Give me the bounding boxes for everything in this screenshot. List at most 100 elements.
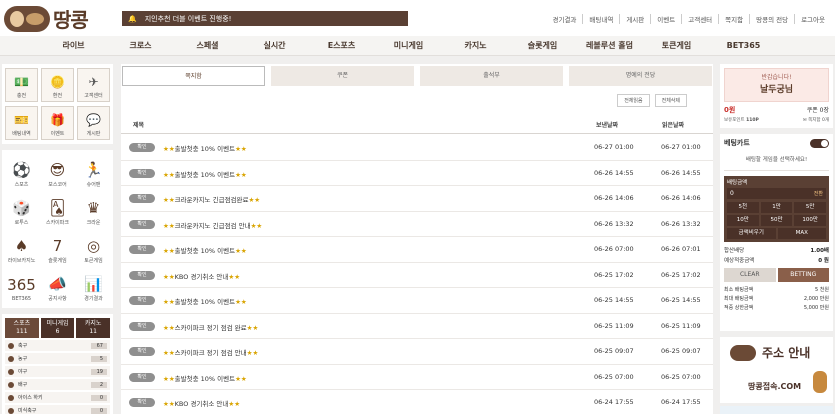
quick-item-5[interactable]: 💬 게시판 <box>77 106 110 140</box>
game-item-10[interactable]: 📣 공지사항 <box>41 268 74 304</box>
game-item-1[interactable]: 😎 보스코어 <box>41 154 74 190</box>
top-link-7[interactable]: 로그아웃 <box>794 14 831 24</box>
board-tab-3[interactable]: 명예의 전당 <box>569 66 713 86</box>
filter-button-0[interactable]: 전체읽음 <box>617 94 650 107</box>
nav-item-10[interactable]: BET365 <box>710 36 777 55</box>
quick-item-1[interactable]: 🪙 환전 <box>41 68 74 102</box>
table-row[interactable]: 확인 ★★출발첫충 10% 이벤트★★ 06-25 07:00 06-25 07:00 <box>121 365 713 390</box>
quick-item-4[interactable]: 🎁 이벤트 <box>41 106 74 140</box>
betslip-toggle[interactable] <box>810 138 829 148</box>
amount-value: 0 <box>730 190 734 197</box>
nav-item-4[interactable]: E스포츠 <box>308 36 375 55</box>
category-row[interactable]: 야구 19 <box>5 366 110 377</box>
table-row[interactable]: 확인 ★★출발첫충 10% 이벤트★★ 06-27 01:00 06-27 01:00 <box>121 135 713 161</box>
message-title[interactable]: ★★크라운카지노 긴급점검완료★★ <box>163 194 260 204</box>
category-tab-2[interactable]: 카지노 11 <box>76 318 111 338</box>
category-row[interactable]: 배구 2 <box>5 379 110 390</box>
game-item-11[interactable]: 📊 경기결과 <box>77 268 110 304</box>
table-row[interactable]: 확인 ★★스카이파크 정기 점검 안내★★ 06-25 09:07 06-25 09:… <box>121 339 713 365</box>
table-row[interactable]: 확인 ★★스카이파크 정기 점검 완료★★ 06-25 11:09 06-25 11:… <box>121 314 713 339</box>
top-link-2[interactable]: 게시판 <box>619 14 650 24</box>
top-link-3[interactable]: 이벤트 <box>650 14 681 24</box>
table-row[interactable]: 확인 ★★크라운카지노 긴급점검 안내★★ 06-26 13:32 06-26 13:… <box>121 212 713 237</box>
game-item-3[interactable]: 🎲 로투스 <box>5 192 38 228</box>
table-row[interactable]: 확인 ★★출발첫충 10% 이벤트★★ 06-25 14:55 06-25 14:55 <box>121 288 713 314</box>
board-tab-1[interactable]: 쿠폰 <box>271 66 415 86</box>
star-icon: ★★ <box>235 374 247 383</box>
nav-item-3[interactable]: 실시간 <box>241 36 308 55</box>
category-row[interactable]: 아이스 하키 0 <box>5 392 110 403</box>
message-title-text: 스카이파크 정기 점검 완료 <box>174 323 247 332</box>
table-row[interactable]: 확인 ★★KBO 경기취소 안내★★ 06-25 17:02 06-25 17:02 <box>121 263 713 288</box>
secondary-banner[interactable] <box>720 406 833 414</box>
quick-item-3[interactable]: 🎫 배팅내역 <box>5 106 38 140</box>
message-count[interactable]: ✉ 쪽지함 0개 <box>803 117 829 123</box>
message-title[interactable]: ★★출발첫충 10% 이벤트★★ <box>163 373 247 383</box>
top-link-4[interactable]: 고객센터 <box>681 14 718 24</box>
quick-item-0[interactable]: 💵 충전 <box>5 68 38 102</box>
notice-bar[interactable]: 🔔 지인추천 더블 이벤트 진행중! <box>122 11 408 26</box>
message-title[interactable]: ★★KBO 경기취소 안내★★ <box>163 271 240 281</box>
clear-button[interactable]: CLEAR <box>724 268 776 282</box>
table-row[interactable]: 확인 ★★출발첫충 10% 이벤트★★ 06-26 14:55 06-26 14:55 <box>121 161 713 186</box>
category-tab-0[interactable]: 스포츠 111 <box>5 318 39 338</box>
category-row[interactable]: 미식축구 0 <box>5 405 110 414</box>
message-title[interactable]: ★★출발첫충 10% 이벤트★★ <box>163 169 247 179</box>
nav-item-6[interactable]: 카지노 <box>442 36 509 55</box>
message-title[interactable]: ★★스카이파크 정기 점검 안내★★ <box>163 347 258 357</box>
message-title[interactable]: ★★출발첫충 10% 이벤트★★ <box>163 296 247 306</box>
nav-item-7[interactable]: 슬롯게임 <box>509 36 576 55</box>
nav-item-9[interactable]: 토큰게임 <box>643 36 710 55</box>
amount-button-1[interactable]: 1만 <box>760 202 793 213</box>
category-tab-1[interactable]: 미니게임 6 <box>40 318 75 338</box>
message-title[interactable]: ★★크라운카지노 긴급점검 안내★★ <box>163 220 262 230</box>
game-item-4[interactable]: 🂡 스카이파크 <box>41 192 74 228</box>
category-row[interactable]: 축구 67 <box>5 340 110 351</box>
message-title[interactable]: ★★출발첫충 10% 이벤트★★ <box>163 143 247 153</box>
address-banner[interactable]: 주소 안내 땅콩접속.COM <box>720 337 833 403</box>
table-row[interactable]: 확인 ★★출발첫충 10% 이벤트★★ 06-26 07:00 06-26 07:01 <box>121 237 713 263</box>
board-tab-0[interactable]: 쪽지함 <box>122 66 266 86</box>
amount-convert[interactable]: 전환 <box>814 190 823 197</box>
game-item-7[interactable]: 7 슬롯게임 <box>41 230 74 266</box>
nav-item-8[interactable]: 레볼루션 홀덤 <box>576 36 643 55</box>
amount-action-0[interactable]: 금액비우기 <box>727 228 776 239</box>
category-row[interactable]: 농구 5 <box>5 353 110 364</box>
amount-button-5[interactable]: 100만 <box>794 215 826 226</box>
filter-button-1[interactable]: 전체삭제 <box>654 94 687 107</box>
betting-button[interactable]: BETTING <box>777 268 829 282</box>
top-link-0[interactable]: 경기결과 <box>546 14 582 24</box>
nav-item-5[interactable]: 미니게임 <box>375 36 442 55</box>
top-link-6[interactable]: 땅콩의 전당 <box>749 14 794 24</box>
nav-item-1[interactable]: 크로스 <box>107 36 174 55</box>
table-row[interactable]: 확인 ★★크라운카지노 긴급점검완료★★ 06-26 14:06 06-26 14:0… <box>121 186 713 212</box>
game-item-2[interactable]: 🏃 슈어맨 <box>77 154 110 190</box>
amount-button-2[interactable]: 5만 <box>794 202 826 213</box>
read-badge: 확인 <box>129 219 155 229</box>
game-item-5[interactable]: ♛ 크라운 <box>77 192 110 228</box>
amount-button-3[interactable]: 10만 <box>727 215 759 226</box>
game-item-8[interactable]: ◎ 토큰게임 <box>77 230 110 266</box>
table-row[interactable]: 확인 ★★KBO 경기취소 안내★★ 06-24 17:55 06-24 17:55 <box>121 390 713 414</box>
nav-item-2[interactable]: 스페셜 <box>174 36 241 55</box>
amount-action-1[interactable]: MAX <box>777 228 826 239</box>
message-title[interactable]: ★★출발첫충 10% 이벤트★★ <box>163 245 247 255</box>
top-link-5[interactable]: 쪽지함 <box>718 14 749 24</box>
drum-icon <box>813 371 827 393</box>
board-tab-2[interactable]: 출석부 <box>420 66 564 86</box>
amount-button-4[interactable]: 50만 <box>760 215 793 226</box>
message-title[interactable]: ★★스카이파크 정기 점검 완료★★ <box>163 322 258 332</box>
amount-input[interactable]: 0 전환 <box>727 188 826 199</box>
amount-button-0[interactable]: 5천 <box>727 202 759 213</box>
coupon[interactable]: 쿠폰 0장 <box>807 105 829 115</box>
game-item-9[interactable]: 365 BET365 <box>5 268 38 304</box>
game-item-0[interactable]: ⚽ 스포츠 <box>5 154 38 190</box>
category-name: 야구 <box>18 369 28 375</box>
quick-item-2[interactable]: ✈ 고객센터 <box>77 68 110 102</box>
message-title[interactable]: ★★KBO 경기취소 안내★★ <box>163 398 240 408</box>
nav-item-0[interactable]: 라이브 <box>40 36 107 55</box>
game-item-6[interactable]: ♠ 라이브카지노 <box>5 230 38 266</box>
site-logo[interactable]: 땅콩 <box>4 4 89 33</box>
top-link-1[interactable]: 배팅내역 <box>582 14 619 24</box>
max-label: 최대 배팅금액 <box>724 296 754 302</box>
